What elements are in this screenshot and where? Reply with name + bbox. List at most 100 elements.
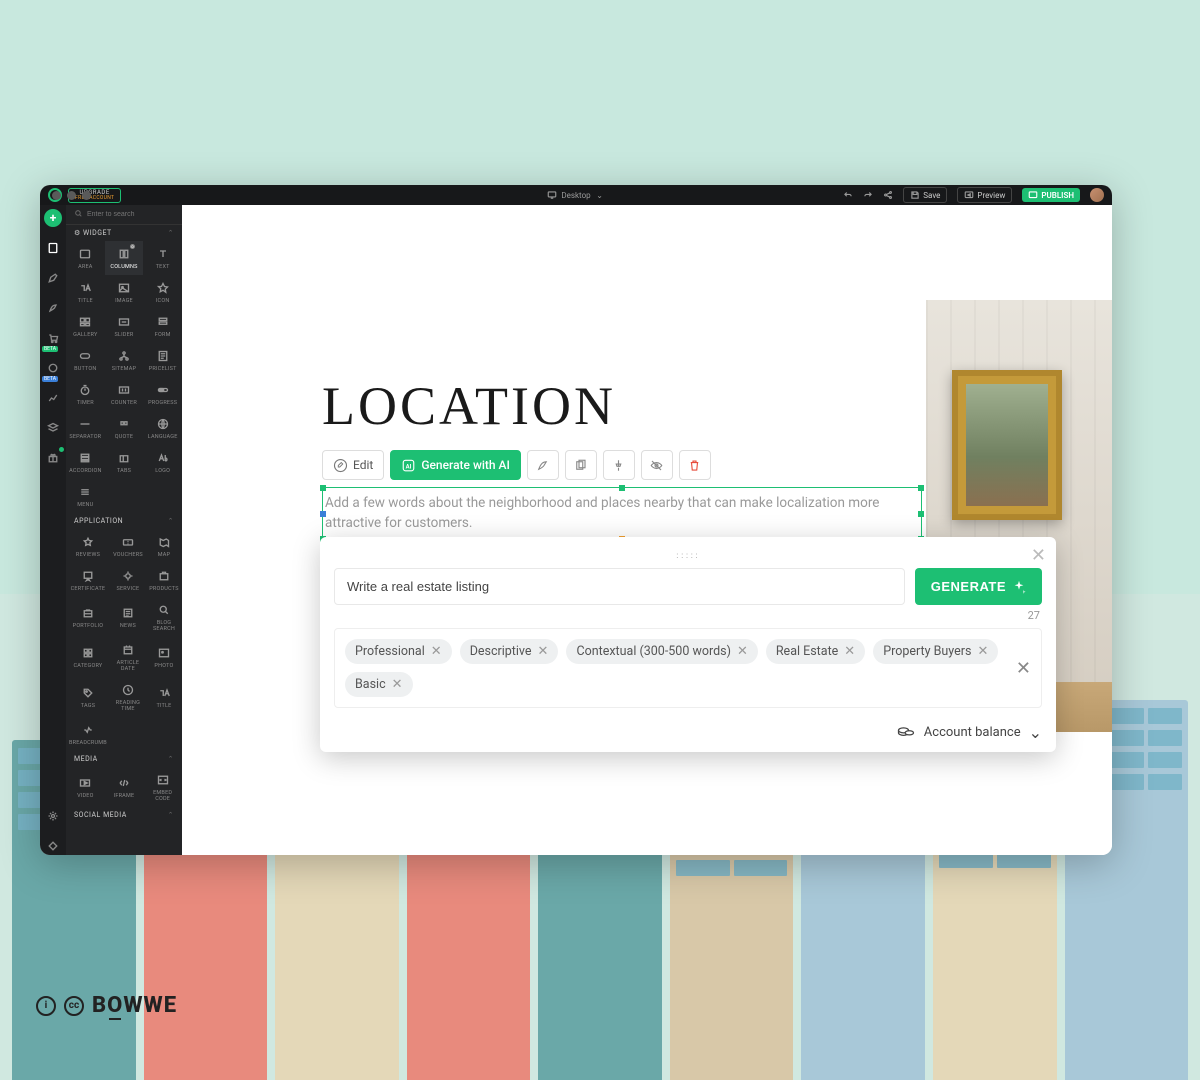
tag-basic[interactable]: Basic✕ [345,672,413,697]
widget-embed-code[interactable]: EMBED CODE [143,767,182,807]
widget-form[interactable]: FORM [143,309,182,343]
drag-handle[interactable]: ꞉꞉꞉꞉꞉ [334,551,1042,562]
widget-title[interactable]: TITLE [146,677,182,717]
widget-progress[interactable]: PROGRESS [143,377,182,411]
copy-button[interactable] [565,450,597,480]
rail-crm-icon[interactable]: BETA [44,359,62,377]
rail-settings-icon[interactable] [44,807,62,825]
selection-handle[interactable] [918,485,924,491]
section-application[interactable]: APPLICATION⌃ [66,513,182,529]
widget-gallery[interactable]: GALLERY [66,309,105,343]
section-media[interactable]: MEDIA⌃ [66,751,182,767]
tag-remove-icon[interactable]: ✕ [538,644,549,659]
search-input[interactable] [87,211,178,218]
add-button[interactable]: + [44,209,62,227]
widget-map[interactable]: MAP [146,529,182,563]
widget-category[interactable]: CATEGORY [66,637,110,677]
rail-edit-icon[interactable] [44,269,62,287]
tag-descriptive[interactable]: Descriptive✕ [460,639,559,664]
generate-ai-button[interactable]: AI Generate with AI [390,450,521,480]
widget-video[interactable]: VIDEO [66,767,105,807]
widget-quote[interactable]: QUOTE [105,411,144,445]
widget-news[interactable]: NEWS [110,597,146,637]
widget-vouchers[interactable]: VOUCHERS [110,529,146,563]
widget-text[interactable]: TEXT [143,241,182,275]
widget-accordion[interactable]: ACCORDION [66,445,105,479]
widget-slider[interactable]: SLIDER [105,309,144,343]
publish-button[interactable]: PUBLISH [1022,188,1080,202]
ai-prompt-input[interactable] [334,568,905,605]
section-social[interactable]: SOCIAL MEDIA⌃ [66,807,182,823]
widget-title[interactable]: TITLE [66,275,105,309]
widget-image[interactable]: IMAGE [105,275,144,309]
share-icon[interactable] [883,190,893,200]
widget-photo[interactable]: PHOTO [146,637,182,677]
generate-button[interactable]: GENERATE [915,568,1042,605]
text-block-selected[interactable]: Add a few words about the neighborhood a… [322,487,922,540]
tag-remove-icon[interactable]: ✕ [392,677,403,692]
widget-separator[interactable]: SEPARATOR [66,411,105,445]
redo-icon[interactable] [863,190,873,200]
rail-styles-icon[interactable] [44,299,62,317]
widget-sitemap[interactable]: SITEMAP [105,343,144,377]
rail-help-icon[interactable] [44,837,62,855]
hide-button[interactable] [641,450,673,480]
rail-store-icon[interactable]: BETA [44,329,62,347]
widget-button[interactable]: BUTTON [66,343,105,377]
tag-real-estate[interactable]: Real Estate✕ [766,639,865,664]
widget-blog-search[interactable]: BLOG SEARCH [146,597,182,637]
widget-language[interactable]: LANGUAGE [143,411,182,445]
section-widget-label: WIDGET [83,229,112,237]
preview-button[interactable]: Preview [957,187,1012,203]
tag-remove-icon[interactable]: ✕ [431,644,442,659]
rail-gift-icon[interactable] [44,449,62,467]
canvas[interactable]: LOCATION Edit AI Generate with AI Add a … [182,205,1112,855]
tag-professional[interactable]: Professional✕ [345,639,452,664]
widget-area[interactable]: AREA [66,241,105,275]
section-widget[interactable]: ⚙ WIDGET⌃ [66,225,182,241]
widget-article-date[interactable]: ARTICLE DATE [110,637,146,677]
rail-layers-icon[interactable] [44,419,62,437]
widget-products[interactable]: PRODUCTS [146,563,182,597]
rail-analytics-icon[interactable] [44,389,62,407]
widget-tabs[interactable]: TABS [105,445,144,479]
widget-breadcrumb[interactable]: BREADCRUMB [66,717,110,751]
widget-tags[interactable]: TAGS [66,677,110,717]
clear-tags-button[interactable]: ✕ [1016,658,1031,679]
edit-button[interactable]: Edit [322,450,384,480]
close-panel-button[interactable]: ✕ [1031,545,1046,566]
tag-remove-icon[interactable]: ✕ [844,644,855,659]
delete-button[interactable] [679,450,711,480]
page-heading[interactable]: LOCATION [322,375,616,437]
user-avatar[interactable] [1090,188,1104,202]
selection-handle[interactable] [918,511,924,517]
selection-handle[interactable] [619,485,625,491]
widget-reviews[interactable]: REVIEWS [66,529,110,563]
tag-property-buyers[interactable]: Property Buyers✕ [873,639,998,664]
rail-pages-icon[interactable] [44,239,62,257]
pin-button[interactable] [603,450,635,480]
widget-reading-time[interactable]: READING TIME [110,677,146,717]
undo-icon[interactable] [843,190,853,200]
tag-remove-icon[interactable]: ✕ [977,644,988,659]
widget-counter[interactable]: COUNTER [105,377,144,411]
selection-handle[interactable] [320,485,326,491]
selection-handle[interactable] [320,511,326,517]
ai-panel-footer[interactable]: Account balance ⌄ [334,722,1042,742]
window-controls[interactable] [52,185,91,208]
widget-certificate[interactable]: CERTIFICATE [66,563,110,597]
widget-columns[interactable]: 0COLUMNS [105,241,144,275]
widget-menu[interactable]: MENU [66,479,105,513]
widget-iframe[interactable]: IFRAME [105,767,144,807]
widget-pricelist[interactable]: PRICELIST [143,343,182,377]
save-button[interactable]: Save [903,187,947,203]
widget-timer[interactable]: TIMER [66,377,105,411]
widget-logo[interactable]: LOGO [143,445,182,479]
tag-remove-icon[interactable]: ✕ [737,644,748,659]
device-selector[interactable]: Desktop [561,191,590,200]
tag-contextual-300-500-words-[interactable]: Contextual (300-500 words)✕ [566,639,757,664]
widget-service[interactable]: SERVICE [110,563,146,597]
widget-icon[interactable]: ICON [143,275,182,309]
style-button[interactable] [527,450,559,480]
widget-portfolio[interactable]: PORTFOLIO [66,597,110,637]
